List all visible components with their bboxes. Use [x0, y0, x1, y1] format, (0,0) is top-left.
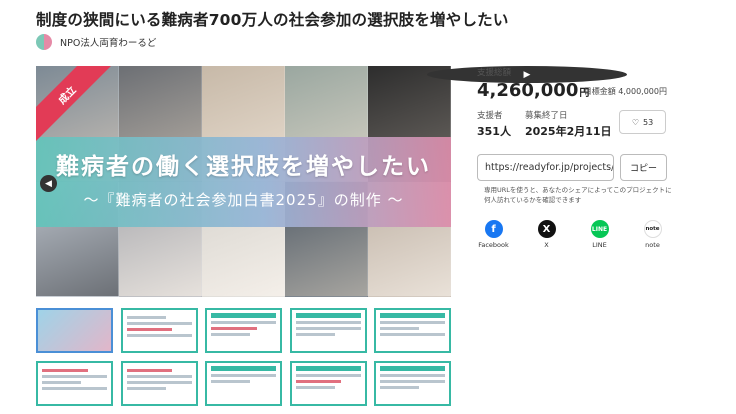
- hero-banner-title: 難病者の働く選択肢を増やしたい: [56, 154, 431, 180]
- hero-carousel[interactable]: 難病者の働く選択肢を増やしたい 〜『難病者の社会参加白書2025』の制作 〜 成…: [36, 66, 451, 297]
- share-line[interactable]: LINE LINE: [583, 220, 616, 249]
- share-x[interactable]: X X: [530, 220, 563, 249]
- line-icon: LINE: [590, 220, 609, 238]
- like-button[interactable]: ♡ 53: [619, 110, 666, 134]
- share-buttons: f Facebook X X LINE LINE note note: [477, 220, 669, 249]
- end-date-value: 2025年2月11日: [524, 125, 612, 138]
- share-url-field[interactable]: https://readyfor.jp/projects/...: [477, 154, 614, 181]
- thumbnail[interactable]: [205, 308, 282, 353]
- thumbnail[interactable]: [374, 308, 451, 353]
- supporters-label: 支援者: [477, 111, 503, 121]
- copy-button[interactable]: コピー: [620, 154, 667, 181]
- thumbnail[interactable]: [289, 361, 367, 406]
- share-facebook[interactable]: f Facebook: [477, 220, 510, 249]
- share-note[interactable]: note note: [636, 220, 669, 249]
- thumbnail[interactable]: [289, 308, 367, 353]
- organization-link[interactable]: NPO法人両育わーるど: [36, 34, 156, 50]
- amount-number: 4,260,000: [477, 80, 579, 101]
- thumbnail[interactable]: [120, 361, 198, 406]
- thumbnail[interactable]: [205, 361, 282, 406]
- project-stats: 支援者 351人 募集終了日 2025年2月11日: [477, 109, 612, 139]
- goal-amount: 目標金額 4,000,000円: [583, 87, 667, 96]
- share-label: Facebook: [478, 241, 509, 249]
- thumbnail[interactable]: [120, 308, 198, 353]
- facebook-icon: f: [484, 220, 503, 238]
- heart-icon: ♡: [631, 117, 639, 127]
- project-title: 制度の狭間にいる難病者700万人の社会参加の選択肢を増やしたい: [36, 11, 509, 29]
- share-label: LINE: [592, 241, 607, 249]
- thumbnail[interactable]: [374, 361, 451, 406]
- like-count: 53: [642, 117, 654, 127]
- x-icon: X: [537, 220, 556, 238]
- thumbnail[interactable]: [36, 308, 113, 353]
- hero-banner-subtitle: 〜『難病者の社会参加白書2025』の制作 〜: [83, 191, 404, 209]
- thumbnail-strip: [36, 308, 451, 408]
- amount-label: 支援総額: [477, 68, 512, 78]
- share-url-note: 専用URLを使うと、あなたのシェアによってこのプロジェクトに何人訪れているかを確…: [484, 186, 672, 204]
- hero-banner: 難病者の働く選択肢を増やしたい 〜『難病者の社会参加白書2025』の制作 〜: [36, 137, 451, 227]
- organization-logo: [36, 34, 52, 50]
- thumbnail[interactable]: [36, 361, 113, 406]
- organization-name: NPO法人両育わーるど: [60, 38, 157, 49]
- share-url-row: https://readyfor.jp/projects/... コピー: [477, 154, 667, 181]
- share-label: note: [645, 241, 660, 249]
- end-date-stat: 募集終了日 2025年2月11日: [525, 109, 612, 139]
- share-label: X: [544, 241, 549, 249]
- note-icon: note: [643, 220, 662, 238]
- end-date-label: 募集終了日: [524, 111, 568, 121]
- supporters-stat: 支援者 351人: [477, 109, 511, 139]
- chevron-left-icon[interactable]: ◀: [40, 175, 57, 192]
- funding-panel: 支援総額 4,260,000円 目標金額 4,000,000円 支援者 351人…: [477, 66, 677, 249]
- supporters-value: 351人: [477, 125, 511, 138]
